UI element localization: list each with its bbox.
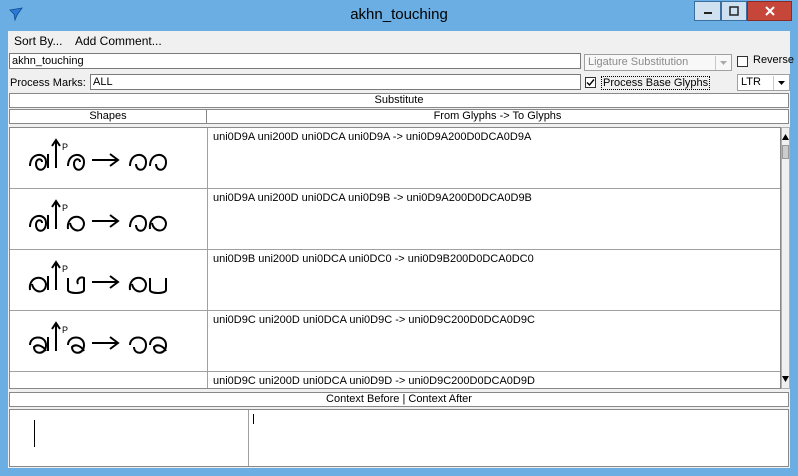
svg-text:P: P xyxy=(62,203,68,213)
direction-select[interactable]: LTR xyxy=(737,74,790,91)
lookup-type-value: Ligature Substitution xyxy=(588,56,689,68)
table-row[interactable]: P uni0D9A uni200D uni0DCA uni0D9B -> uni… xyxy=(10,189,780,250)
glyph-mapping-text: uni0D9B uni200D uni0DCA uni0DC0 -> uni0D… xyxy=(213,253,534,265)
menu-add-comment[interactable]: Add Comment... xyxy=(75,34,162,48)
process-base-checkbox[interactable] xyxy=(585,77,596,88)
minimize-icon xyxy=(703,12,712,14)
process-marks-input[interactable]: ALL xyxy=(90,74,581,90)
context-header: Context Before | Context After xyxy=(9,392,789,407)
col-glyphs-header[interactable]: From Glyphs -> To Glyphs xyxy=(206,109,789,124)
context-after-editor[interactable] xyxy=(249,410,779,466)
app-window: akhn_touching Sort By... Add Comment... … xyxy=(0,0,798,476)
glyph-mapping-text: uni0D9C uni200D uni0DCA uni0D9D -> uni0D… xyxy=(213,375,535,387)
context-before-editor[interactable] xyxy=(10,410,249,466)
reverse-checkbox[interactable] xyxy=(737,56,748,67)
glyph-mapping-text: uni0D9C uni200D uni0DCA uni0D9C -> uni0D… xyxy=(213,314,535,326)
substitute-header: Substitute xyxy=(9,93,789,108)
window-title: akhn_touching xyxy=(350,6,448,23)
client-area: Sort By... Add Comment... akhn_touching … xyxy=(8,31,794,468)
shape-preview: P xyxy=(10,311,208,371)
process-marks-label: Process Marks: xyxy=(10,77,86,89)
col-shapes-header[interactable]: Shapes xyxy=(9,109,206,124)
maximize-icon xyxy=(729,6,739,16)
substitution-grid: P uni0D9A uni200D uni0DCA uni0D9A -> uni… xyxy=(9,127,781,389)
minimize-button[interactable] xyxy=(694,1,721,21)
shape-preview: P xyxy=(10,128,208,188)
ligature-preview-icon: P xyxy=(29,199,168,232)
menu-bar: Sort By... Add Comment... xyxy=(8,31,790,51)
scroll-up-icon xyxy=(782,134,789,140)
table-row[interactable]: P uni0D9B uni200D uni0DCA uni0DC0 -> uni… xyxy=(10,250,780,311)
text-cursor xyxy=(34,420,35,447)
direction-value: LTR xyxy=(741,76,761,88)
ligature-preview-icon: P xyxy=(29,321,168,354)
svg-text:P: P xyxy=(62,325,68,335)
process-base-label: Process Base Glyphs xyxy=(601,76,711,90)
checkmark-icon xyxy=(586,79,595,87)
title-bar[interactable]: akhn_touching xyxy=(0,0,798,30)
chevron-down-icon xyxy=(773,76,788,90)
shape-preview xyxy=(10,372,208,388)
shape-preview: P xyxy=(10,189,208,249)
reverse-label: Reverse xyxy=(753,54,794,66)
chevron-down-icon xyxy=(715,56,730,70)
glyph-mapping-text: uni0D9A uni200D uni0DCA uni0D9A -> uni0D… xyxy=(213,131,532,143)
context-panel xyxy=(9,409,789,467)
name-input[interactable]: akhn_touching xyxy=(9,53,581,69)
svg-text:P: P xyxy=(62,264,68,274)
scroll-down-icon xyxy=(782,376,789,382)
lookup-type-select[interactable]: Ligature Substitution xyxy=(584,54,732,71)
grid-scrollbar[interactable] xyxy=(781,127,790,389)
scroll-thumb[interactable] xyxy=(782,145,789,159)
menu-sort-by[interactable]: Sort By... xyxy=(14,34,62,48)
table-row[interactable]: uni0D9C uni200D uni0DCA uni0D9D -> uni0D… xyxy=(10,372,780,388)
text-cursor xyxy=(253,414,254,424)
table-row[interactable]: P uni0D9C uni200D uni0DCA uni0D9C -> uni… xyxy=(10,311,780,372)
close-button[interactable] xyxy=(747,1,792,21)
close-icon xyxy=(764,6,775,16)
glyph-mapping-text: uni0D9A uni200D uni0DCA uni0D9B -> uni0D… xyxy=(213,192,532,204)
table-row[interactable]: P uni0D9A uni200D uni0DCA uni0D9A -> uni… xyxy=(10,128,780,189)
svg-text:P: P xyxy=(62,142,68,152)
ligature-preview-icon: P xyxy=(28,260,167,294)
shape-preview: P xyxy=(10,250,208,310)
ligature-preview-icon: P xyxy=(29,138,168,171)
maximize-button[interactable] xyxy=(721,1,747,21)
